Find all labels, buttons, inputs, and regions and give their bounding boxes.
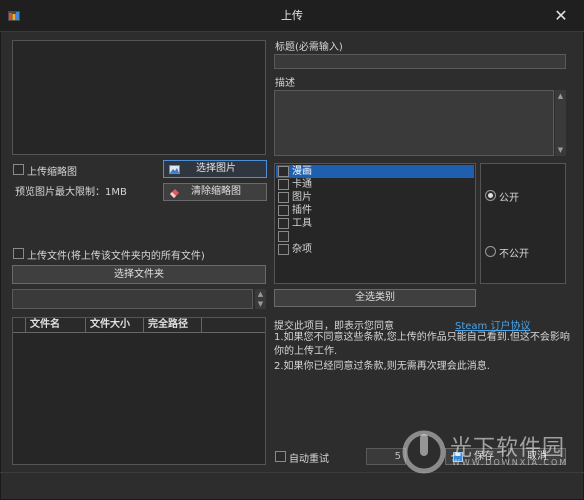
category-label: 插件 — [292, 205, 312, 216]
category-label: 杂项 — [292, 244, 312, 255]
private-radio[interactable] — [485, 246, 496, 257]
description-field-label: 描述 — [275, 78, 295, 89]
category-item[interactable]: 卡通 — [278, 178, 474, 191]
category-item[interactable]: 工具 — [278, 217, 474, 230]
category-label: 图片 — [292, 192, 312, 203]
footer-divider — [0, 472, 584, 473]
category-checkbox[interactable] — [278, 192, 289, 203]
category-checkbox[interactable] — [278, 244, 289, 255]
scroll-down-icon[interactable]: ▼ — [555, 145, 566, 155]
title-field-label: 标题(必需输入) — [275, 42, 343, 53]
upload-thumbnail-checkbox[interactable] — [13, 164, 24, 175]
col-file-name[interactable]: 文件名 — [26, 318, 86, 333]
folder-path-input[interactable] — [12, 289, 253, 309]
agreement-line-1: 1.如果您不同意这些条款,您上传的作品只能自己看到.但这不会影响你的上传工作. — [274, 332, 570, 357]
folder-path-scroll[interactable]: ▲ ▼ — [255, 289, 266, 309]
file-table — [12, 317, 266, 465]
auto-retry-label: 自动重试 — [289, 454, 329, 465]
scroll-up-icon[interactable]: ▲ — [555, 91, 566, 101]
auto-retry-checkbox[interactable] — [275, 451, 286, 462]
category-checkbox[interactable] — [278, 179, 289, 190]
scroll-down-icon[interactable]: ▼ — [255, 299, 266, 309]
preview-image-area — [12, 40, 266, 155]
category-label: 漫画 — [292, 166, 312, 177]
description-textarea[interactable] — [274, 90, 554, 156]
description-scrollbar[interactable]: ▲ ▼ — [555, 90, 566, 156]
file-table-header-spacer — [13, 318, 26, 333]
window-title: 上传 — [281, 9, 303, 22]
scroll-up-icon[interactable]: ▲ — [255, 289, 266, 299]
select-all-categories-button[interactable]: 全选类别 — [274, 289, 476, 307]
visibility-group — [480, 163, 566, 284]
watermark-url: WWW.DOWNXIA.COM — [452, 458, 569, 467]
steam-agreement-link[interactable]: Steam 订户协议 — [455, 317, 530, 332]
close-button[interactable]: ✕ — [550, 6, 572, 26]
category-checkbox[interactable] — [278, 218, 289, 229]
private-label: 不公开 — [499, 249, 529, 260]
image-size-limit-text: 预览图片最大限制：1MB — [15, 187, 127, 198]
category-label: 卡通 — [292, 179, 312, 190]
upload-thumbnail-label: 上传缩略图 — [27, 167, 77, 178]
upload-file-label: 上传文件(将上传该文件夹内的所有文件) — [27, 251, 205, 262]
category-item[interactable]: 图片 — [278, 191, 474, 204]
agreement-line-2: 2.如果你已经同意过条款,则无需再次理会此消息. — [274, 361, 490, 372]
category-checkbox[interactable] — [278, 205, 289, 216]
title-input[interactable] — [274, 54, 566, 69]
watermark-logo-icon — [402, 430, 446, 474]
col-full-path[interactable]: 完全路径 — [144, 318, 202, 333]
select-image-label: 选择图片 — [196, 163, 236, 174]
agreement-lead-text: 提交此项目，即表示您同意 — [274, 321, 394, 332]
upload-file-checkbox[interactable] — [13, 248, 24, 259]
clear-thumbnail-label: 清除缩略图 — [191, 186, 241, 197]
category-item[interactable]: 插件 — [278, 204, 474, 217]
category-label: 工具 — [292, 218, 312, 229]
category-checkbox[interactable] — [278, 231, 289, 242]
public-label: 公开 — [499, 193, 519, 204]
select-image-button[interactable]: 选择图片 — [163, 160, 267, 178]
category-item[interactable]: 漫画 — [278, 165, 474, 178]
select-folder-button[interactable]: 选择文件夹 — [12, 265, 266, 284]
category-item[interactable]: 杂项 — [278, 243, 474, 256]
category-item[interactable] — [278, 230, 474, 243]
col-file-size[interactable]: 文件大小 — [86, 318, 144, 333]
clear-thumbnail-button[interactable]: 清除缩略图 — [163, 183, 267, 201]
category-checkbox[interactable] — [278, 166, 289, 177]
public-radio[interactable] — [485, 190, 496, 201]
